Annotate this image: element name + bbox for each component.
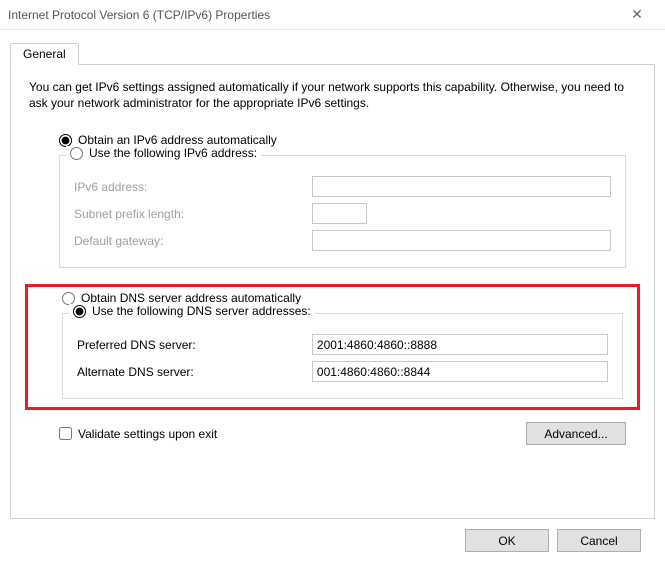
dialog-footer: OK Cancel [10,519,655,562]
cancel-button[interactable]: Cancel [557,529,641,552]
dns-group: Use the following DNS server addresses: … [62,313,623,399]
subnet-prefix-label: Subnet prefix length: [74,207,304,221]
validate-label: Validate settings upon exit [78,427,217,441]
dns-highlight-annotation: Obtain DNS server address automatically … [25,284,640,410]
intro-text: You can get IPv6 settings assigned autom… [29,79,636,111]
tab-panel-general: You can get IPv6 settings assigned autom… [10,64,655,519]
radio-ip-auto-row[interactable]: Obtain an IPv6 address automatically [59,133,636,147]
ipv6-properties-window: Internet Protocol Version 6 (TCP/IPv6) P… [0,0,665,560]
validate-checkbox-row[interactable]: Validate settings upon exit [59,427,217,441]
content-area: General You can get IPv6 settings assign… [0,30,665,562]
tab-general[interactable]: General [10,43,79,65]
radio-dns-auto[interactable] [62,292,75,305]
radio-dns-manual[interactable] [73,305,86,318]
radio-ip-auto[interactable] [59,134,72,147]
tab-strip: General [10,40,655,64]
advanced-button[interactable]: Advanced... [526,422,626,445]
preferred-dns-label: Preferred DNS server: [77,338,304,352]
radio-dns-auto-label: Obtain DNS server address automatically [81,291,301,305]
ipv6-address-field [312,176,611,197]
ok-button[interactable]: OK [465,529,549,552]
validate-row: Validate settings upon exit Advanced... [59,422,626,445]
default-gateway-field [312,230,611,251]
radio-ip-manual[interactable] [70,147,83,160]
radio-ip-auto-label: Obtain an IPv6 address automatically [78,133,277,147]
radio-ip-manual-row[interactable]: Use the following IPv6 address: [66,146,261,160]
window-title: Internet Protocol Version 6 (TCP/IPv6) P… [8,8,617,22]
subnet-prefix-field [312,203,367,224]
ipv6-address-label: IPv6 address: [74,180,304,194]
radio-dns-manual-label: Use the following DNS server addresses: [92,304,311,318]
close-icon[interactable]: ✕ [617,6,657,23]
ip-group: Use the following IPv6 address: IPv6 add… [59,155,626,268]
alternate-dns-label: Alternate DNS server: [77,365,304,379]
alternate-dns-field[interactable] [312,361,608,382]
radio-dns-auto-row[interactable]: Obtain DNS server address automatically [62,291,633,305]
default-gateway-label: Default gateway: [74,234,304,248]
preferred-dns-field[interactable] [312,334,608,355]
titlebar: Internet Protocol Version 6 (TCP/IPv6) P… [0,0,665,30]
radio-ip-manual-label: Use the following IPv6 address: [89,146,257,160]
radio-dns-manual-row[interactable]: Use the following DNS server addresses: [69,304,315,318]
validate-checkbox[interactable] [59,427,72,440]
